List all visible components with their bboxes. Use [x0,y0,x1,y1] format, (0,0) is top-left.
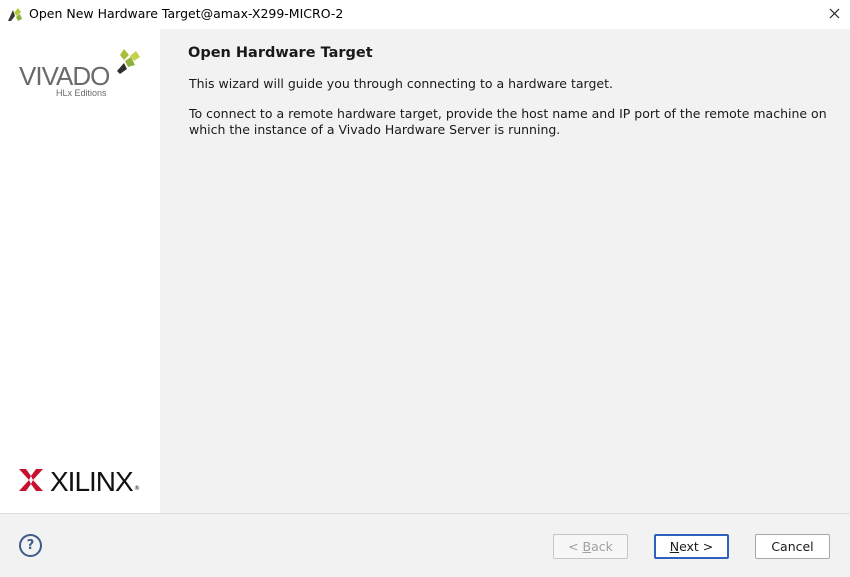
window-title: Open New Hardware Target@amax-X299-MICRO… [29,6,344,21]
page-title: Open Hardware Target [188,45,373,61]
instructions-text: To connect to a remote hardware target, … [189,106,827,137]
back-button[interactable]: < Back [553,534,628,559]
title-bar: Open New Hardware Target@amax-X299-MICRO… [0,0,850,29]
back-button-label: ack [591,539,613,554]
intro-text: This wizard will guide you through conne… [189,76,613,91]
help-icon[interactable]: ? [19,534,42,557]
close-icon[interactable] [822,3,846,25]
vivado-logo: VIVADO HLx Editions [19,47,143,103]
vivado-logo-subtitle: HLx Editions [56,88,107,98]
back-button-prefix: < [568,539,583,554]
next-button-label: ext > [679,539,714,554]
wizard-content: Open Hardware Target This wizard will gu… [160,29,850,513]
xilinx-logo-text: XILINX [50,466,134,497]
xilinx-logo: XILINX ® [19,466,144,497]
next-button[interactable]: Next > [654,534,729,559]
next-button-mnemonic: N [669,539,680,554]
vivado-mark-icon [117,49,140,74]
cancel-button[interactable]: Cancel [755,534,830,559]
registered-mark: ® [134,485,140,492]
back-button-mnemonic: B [582,539,592,554]
vivado-icon [8,8,22,21]
button-bar: ? < Back Next > Cancel [0,514,850,577]
xilinx-mark-icon [19,469,43,491]
sidebar: VIVADO HLx Editions XILINX ® [0,29,160,513]
